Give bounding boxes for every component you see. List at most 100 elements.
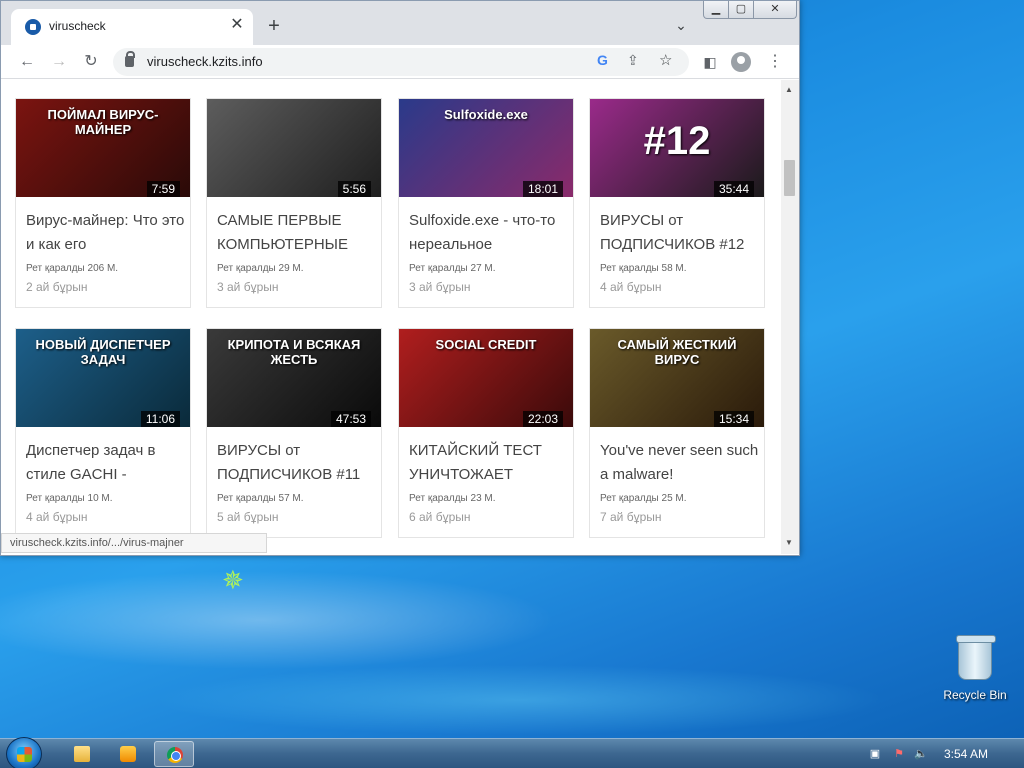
video-title[interactable]: ВИРУСЫ от ПОДПИСЧИКОВ #12 bbox=[600, 209, 760, 257]
video-card[interactable]: 5:56 САМЫЕ ПЕРВЫЕ КОМПЬЮТЕРНЫЕ Рет қаралды… bbox=[206, 98, 382, 308]
video-title[interactable]: КИТАЙСКИЙ ТЕСТ УНИЧТОЖАЕТ bbox=[409, 439, 569, 487]
thumbnail-caption: САМЫЙ ЖЕСТКИЙ ВИРУС bbox=[617, 337, 737, 367]
video-duration-badge: 11:06 bbox=[140, 411, 180, 427]
thumbnail-caption: Sulfoxide.exe bbox=[444, 107, 528, 122]
address-url[interactable]: viruscheck.kzits.info bbox=[147, 54, 263, 69]
menu-kebab-icon[interactable]: ⋮ bbox=[763, 50, 787, 74]
browser-window: viruscheck ✕ + ⌄ ▁ ▢ ✕ ← → ↻ viruscheck.… bbox=[0, 0, 800, 556]
page-content: ПОЙМАЛ ВИРУС-МАЙНЕР 7:59 Вирус-майнер: Что… bbox=[1, 80, 781, 554]
taskbar-chrome[interactable] bbox=[154, 741, 194, 767]
video-views: Рет қаралды 23 М. bbox=[409, 493, 496, 504]
video-thumbnail[interactable]: Sulfoxide.exe 18:01 bbox=[399, 99, 573, 197]
close-window-button[interactable]: ✕ bbox=[753, 1, 797, 19]
tab-search-chevron-icon[interactable]: ⌄ bbox=[671, 15, 691, 35]
video-card[interactable]: #12 35:44 ВИРУСЫ от ПОДПИСЧИКОВ #12 Рет қар… bbox=[589, 98, 765, 308]
video-duration-badge: 18:01 bbox=[522, 181, 563, 197]
scroll-down-arrow-icon[interactable]: ▼ bbox=[785, 538, 793, 547]
back-arrow-icon[interactable]: ← bbox=[15, 50, 39, 74]
video-thumbnail[interactable]: КРИПОТА И ВСЯКАЯ ЖЕСТЬ 47:53 bbox=[207, 329, 381, 427]
taskbar: ▣ ⚑ 🔈 3:54 AM bbox=[0, 737, 1024, 768]
taskbar-media-player[interactable] bbox=[108, 741, 148, 767]
video-card[interactable]: SOCIAL CREDIT 22:03 КИТАЙСКИЙ ТЕСТ УНИЧТОЖ… bbox=[398, 328, 574, 538]
video-duration-badge: 47:53 bbox=[330, 411, 371, 427]
thumbnail-caption: #12 bbox=[643, 119, 711, 163]
thumbnail-caption: ПОЙМАЛ ВИРУС-МАЙНЕР bbox=[47, 107, 159, 137]
video-card[interactable]: Sulfoxide.exe 18:01 Sulfoxide.exe - что-то… bbox=[398, 98, 574, 308]
side-panel-icon[interactable]: ◧ bbox=[698, 50, 722, 74]
chrome-icon bbox=[167, 747, 183, 763]
thumbnail-caption: НОВЫЙ ДИСПЕТЧЕР ЗАДАЧ bbox=[35, 337, 171, 367]
scroll-up-arrow-icon[interactable]: ▲ bbox=[785, 85, 793, 94]
profile-avatar-icon[interactable] bbox=[731, 52, 751, 72]
recycle-bin-desktop-icon[interactable]: Recycle Bin bbox=[936, 634, 1014, 704]
video-title[interactable]: You've never seen such a malware! bbox=[600, 439, 760, 487]
network-tray-icon[interactable]: ▣ bbox=[868, 747, 882, 761]
video-card[interactable]: КРИПОТА И ВСЯКАЯ ЖЕСТЬ 47:53 ВИРУСЫ от ПОД… bbox=[206, 328, 382, 538]
video-views: Рет қаралды 58 М. bbox=[600, 263, 687, 274]
tab-strip: viruscheck ✕ + ⌄ ▁ ▢ ✕ bbox=[1, 1, 799, 45]
action-center-flag-icon[interactable]: ⚑ bbox=[892, 747, 906, 761]
video-duration-badge: 7:59 bbox=[146, 181, 180, 197]
taskbar-clock[interactable]: 3:54 AM bbox=[944, 747, 988, 761]
media-player-icon bbox=[120, 746, 136, 762]
wallpaper-leaf: ✵ bbox=[222, 565, 244, 595]
volume-tray-icon[interactable]: 🔈 bbox=[914, 747, 928, 761]
video-card[interactable]: ПОЙМАЛ ВИРУС-МАЙНЕР 7:59 Вирус-майнер: Что… bbox=[15, 98, 191, 308]
address-bar[interactable]: viruscheck.kzits.info G ⇪ ☆ bbox=[113, 48, 689, 76]
video-title[interactable]: Вирус-майнер: Что это и как его bbox=[26, 209, 186, 257]
share-icon[interactable]: ⇪ bbox=[627, 52, 639, 69]
video-date: 4 ай бұрын bbox=[600, 280, 662, 294]
video-thumbnail[interactable]: 5:56 bbox=[207, 99, 381, 197]
recycle-bin-icon bbox=[956, 635, 996, 680]
google-lens-icon[interactable]: G bbox=[597, 52, 608, 68]
video-views: Рет қаралды 29 М. bbox=[217, 263, 304, 274]
link-status-bar: viruscheck.kzits.info/.../virus-majner bbox=[1, 533, 267, 553]
video-card[interactable]: САМЫЙ ЖЕСТКИЙ ВИРУС 15:34 You've never see… bbox=[589, 328, 765, 538]
video-duration-badge: 22:03 bbox=[522, 411, 563, 427]
video-date: 6 ай бұрын bbox=[409, 510, 471, 524]
video-title[interactable]: Диспетчер задач в стиле GACHI - bbox=[26, 439, 186, 487]
video-title[interactable]: Sulfoxide.exe - что-то нереальное bbox=[409, 209, 569, 257]
minimize-button[interactable]: ▁ bbox=[703, 1, 729, 19]
folder-icon bbox=[74, 746, 90, 762]
thumbnail-caption: КРИПОТА И ВСЯКАЯ ЖЕСТЬ bbox=[227, 337, 361, 367]
bookmark-star-icon[interactable]: ☆ bbox=[659, 51, 672, 69]
video-card[interactable]: НОВЫЙ ДИСПЕТЧЕР ЗАДАЧ 11:06 Диспетчер зада… bbox=[15, 328, 191, 538]
recycle-bin-label: Recycle Bin bbox=[943, 688, 1007, 702]
forward-arrow-icon[interactable]: → bbox=[47, 50, 71, 74]
lock-icon bbox=[125, 51, 135, 67]
start-button[interactable] bbox=[6, 737, 42, 768]
video-thumbnail[interactable]: SOCIAL CREDIT 22:03 bbox=[399, 329, 573, 427]
video-thumbnail[interactable]: ПОЙМАЛ ВИРУС-МАЙНЕР 7:59 bbox=[16, 99, 190, 197]
browser-toolbar: ← → ↻ viruscheck.kzits.info G ⇪ ☆ ◧ ⋮ bbox=[1, 45, 799, 79]
scrollbar-thumb[interactable] bbox=[784, 160, 795, 196]
new-tab-button[interactable]: + bbox=[263, 15, 285, 37]
vertical-scrollbar[interactable]: ▲ ▼ bbox=[781, 80, 799, 554]
video-thumbnail[interactable]: #12 35:44 bbox=[590, 99, 764, 197]
video-duration-badge: 35:44 bbox=[713, 181, 754, 197]
close-tab-icon[interactable]: ✕ bbox=[227, 15, 247, 35]
video-views: Рет қаралды 57 М. bbox=[217, 493, 304, 504]
tab-title: viruscheck bbox=[49, 19, 106, 33]
video-thumbnail[interactable]: САМЫЙ ЖЕСТКИЙ ВИРУС 15:34 bbox=[590, 329, 764, 427]
video-title[interactable]: САМЫЕ ПЕРВЫЕ КОМПЬЮТЕРНЫЕ bbox=[217, 209, 377, 257]
thumbnail-caption: SOCIAL CREDIT bbox=[435, 337, 537, 352]
video-date: 3 ай бұрын bbox=[217, 280, 279, 294]
video-thumbnail[interactable]: НОВЫЙ ДИСПЕТЧЕР ЗАДАЧ 11:06 bbox=[16, 329, 190, 427]
video-duration-badge: 15:34 bbox=[713, 411, 754, 427]
video-views: Рет қаралды 25 М. bbox=[600, 493, 687, 504]
tab-viruscheck[interactable]: viruscheck ✕ bbox=[11, 9, 253, 45]
video-date: 5 ай бұрын bbox=[217, 510, 279, 524]
taskbar-explorer[interactable] bbox=[62, 741, 102, 767]
video-title[interactable]: ВИРУСЫ от ПОДПИСЧИКОВ #11 bbox=[217, 439, 377, 487]
reload-icon[interactable]: ↻ bbox=[79, 50, 103, 74]
video-views: Рет қаралды 206 М. bbox=[26, 263, 119, 274]
desktop-wallpaper bbox=[0, 560, 1024, 740]
video-date: 3 ай бұрын bbox=[409, 280, 471, 294]
maximize-button[interactable]: ▢ bbox=[728, 1, 754, 19]
video-duration-badge: 5:56 bbox=[337, 181, 371, 197]
video-views: Рет қаралды 10 М. bbox=[26, 493, 113, 504]
video-date: 2 ай бұрын bbox=[26, 280, 88, 294]
video-date: 7 ай бұрын bbox=[600, 510, 662, 524]
video-views: Рет қаралды 27 М. bbox=[409, 263, 496, 274]
